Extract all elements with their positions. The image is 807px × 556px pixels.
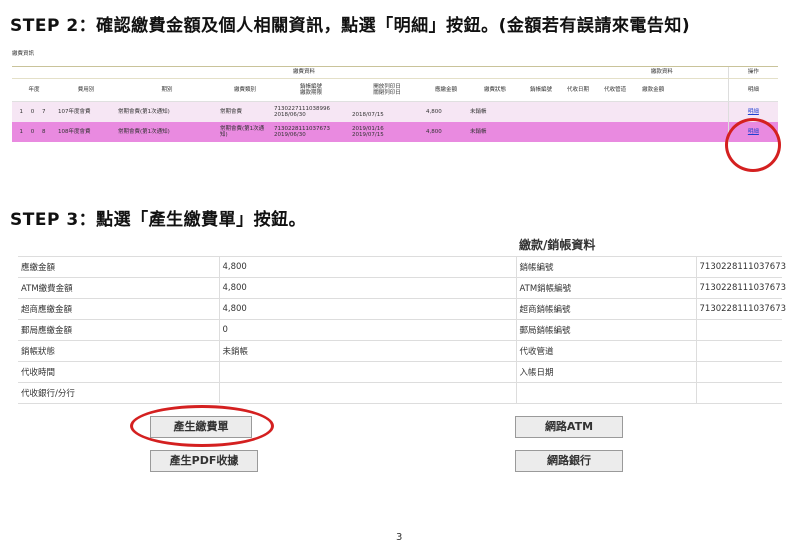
cell-account-no: 7130228111037673 — [274, 125, 330, 132]
generate-pdf-button[interactable]: 產生PDF收據 — [150, 450, 258, 472]
value-collect-bank — [218, 382, 516, 404]
step3-title: STEP 3：點選「產生繳費單」按鈕。 — [10, 210, 307, 230]
col-dates: 開放列印日 關閉列印日 — [350, 78, 424, 102]
cell-account: 7130228111037673 2019/06/30 — [272, 122, 350, 142]
label-entry-date: 入帳日期 — [515, 361, 696, 383]
panel-header: 繳款/銷帳資料 — [516, 232, 783, 257]
value-atm-account-no: 7130228111037673 — [695, 277, 786, 299]
label-post-account-no: 郵局銷帳編號 — [515, 319, 696, 341]
cell-account: 7130227111038996 2018/06/30 — [272, 101, 350, 122]
label-atm-account-no: ATM銷帳編號 — [515, 277, 696, 299]
detail-link[interactable]: 明細 — [748, 109, 759, 115]
cell-open-date: 2019/01/16 — [352, 125, 384, 132]
cell-dates: 2018/07/15 — [350, 101, 424, 122]
col-status: 繳費狀態 — [468, 78, 522, 102]
label-post-amount: 郵局應繳金額 — [18, 319, 219, 341]
value-post-account-no — [695, 319, 783, 341]
cell-account-no: 7130227111038996 — [274, 105, 330, 112]
annotation-oval-generate-bill — [130, 405, 274, 447]
cell-category: 常期會費 — [218, 101, 272, 122]
page-number: 3 — [396, 532, 403, 543]
cell-status: 未銷帳 — [468, 101, 522, 122]
col-fee-type: 費用別 — [56, 78, 116, 102]
step2-title: STEP 2：確認繳費金額及個人相關資訊，點選「明細」按鈕。(金額若有誤請來電告… — [10, 16, 691, 36]
cell-amount: 4,800 — [424, 122, 468, 142]
value-store-amount: 4,800 — [218, 298, 516, 320]
fee-table: 繳費資料 繳款資料 操作 年度 費用別 期別 繳費類別 銷帳編號 繳款期限 開放列… — [12, 66, 779, 142]
label-collect-time: 代收時間 — [18, 361, 219, 383]
cell-status: 未銷帳 — [468, 122, 522, 142]
col-amount: 應繳金額 — [424, 78, 468, 102]
col-detail: 明細 — [727, 78, 779, 102]
table-row: 1 0 8 108年度會費 常期會費(第1次通知) 常期會費(第1次通知) 71… — [12, 122, 779, 142]
cell-close-date: 2019/07/15 — [352, 132, 384, 138]
value-entry-date — [695, 361, 783, 383]
label-amount-due: 應繳金額 — [18, 256, 219, 278]
col-period: 期別 — [116, 78, 218, 102]
col-category: 繳費類別 — [218, 78, 272, 102]
label-account-status: 銷帳狀態 — [18, 340, 219, 362]
group-fee-header: 繳費資料 — [12, 66, 597, 79]
cell-deadline: 2018/06/30 — [274, 112, 306, 118]
label-collect-bank: 代收銀行/分行 — [18, 382, 219, 404]
value-store-account-no: 7130228111037673 — [695, 298, 786, 320]
cell-period: 常期會費(第1次通知) — [116, 101, 218, 122]
col-account-deadline: 繳款期限 — [299, 90, 322, 96]
table-header-row: 年度 費用別 期別 繳費類別 銷帳編號 繳款期限 開放列印日 關閉列印日 應繳金額 … — [12, 78, 779, 102]
value-post-amount: 0 — [218, 319, 516, 341]
value-account-no: 7130228111037673 — [695, 256, 786, 278]
online-bank-button[interactable]: 網路銀行 — [515, 450, 623, 472]
col-collect-date: 代收日期 — [560, 78, 597, 102]
col-paid: 繳款金額 — [634, 78, 673, 102]
label-account-no: 銷帳編號 — [515, 256, 696, 278]
section-label: 繳費資訊 — [12, 51, 35, 57]
cell-close-date: 2018/07/15 — [352, 112, 384, 118]
label-store-account-no: 超商銷帳編號 — [515, 298, 696, 320]
col-close-date: 關閉列印日 — [373, 90, 401, 96]
cell-fee-type: 107年度會費 — [56, 101, 116, 122]
table-row: 1 0 7 107年度會費 常期會費(第1次通知) 常期會費 713022711… — [12, 101, 779, 122]
cell-amount: 4,800 — [424, 101, 468, 122]
label-store-amount: 超商應繳金額 — [18, 298, 219, 320]
online-atm-button[interactable]: 網路ATM — [515, 416, 623, 438]
cell-dates: 2019/01/16 2019/07/15 — [350, 122, 424, 142]
cell-fee-type: 108年度會費 — [56, 122, 116, 142]
col-start-date: 開放列印日 — [373, 83, 401, 90]
cell-category: 常期會費(第1次通知) — [218, 122, 272, 142]
cell-year: 1 0 8 — [12, 122, 56, 142]
label-channel: 代收管道 — [515, 340, 696, 362]
group-pay-header: 繳款資料 — [596, 66, 729, 79]
col-account: 銷帳編號 繳款期限 — [272, 78, 350, 102]
value-atm-amount: 4,800 — [218, 277, 516, 299]
value-collect-time — [218, 361, 516, 383]
col-year: 年度 — [12, 78, 56, 102]
value-channel — [695, 340, 783, 362]
annotation-oval-detail — [725, 118, 781, 172]
label-atm-amount: ATM繳費金額 — [18, 277, 219, 299]
cell-year: 1 0 7 — [12, 101, 56, 122]
payment-detail-panel: 繳款/銷帳資料 應繳金額 4,800 銷帳編號 7130228111037673… — [18, 232, 786, 404]
value-amount-due: 4,800 — [218, 256, 516, 278]
col-bill-no: 銷帳編號 — [522, 78, 560, 102]
col-channel: 代收管道 — [596, 78, 635, 102]
group-op-header: 操作 — [727, 66, 779, 79]
cell-period: 常期會費(第1次通知) — [116, 122, 218, 142]
col-spacer — [672, 78, 729, 102]
cell-deadline: 2019/06/30 — [274, 132, 306, 138]
value-account-status: 未銷帳 — [218, 340, 516, 362]
col-account-no: 銷帳編號 — [299, 83, 322, 90]
